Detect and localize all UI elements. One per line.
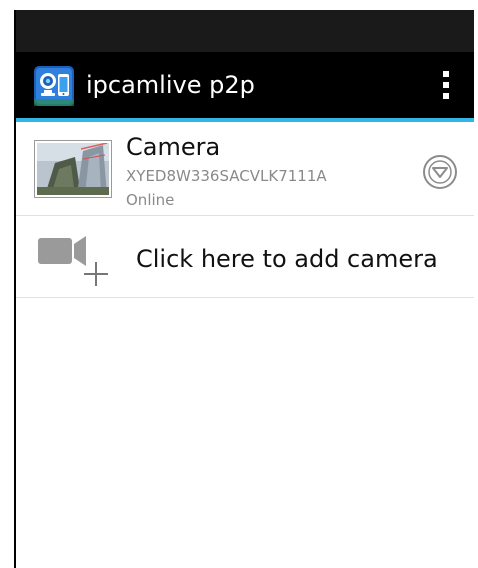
status-bar [16, 10, 474, 52]
camera-status: Online [126, 191, 175, 209]
overflow-dot [443, 82, 449, 88]
device-frame: ipcamlive p2p Camera XYED8W336SACVLK7111… [0, 0, 478, 568]
camera-list-item[interactable]: Camera XYED8W336SACVLK7111A Online [16, 122, 474, 216]
overflow-dot [443, 93, 449, 99]
frame-left [0, 10, 14, 568]
camera-name: Camera [126, 133, 221, 161]
app-title: ipcamlive p2p [86, 71, 255, 99]
overflow-dot [443, 71, 449, 77]
app-screen: ipcamlive p2p Camera XYED8W336SACVLK7111… [14, 10, 474, 568]
add-camera-item[interactable]: Click here to add camera [16, 216, 474, 298]
overflow-menu-icon[interactable] [436, 64, 456, 106]
add-camera-label: Click here to add camera [136, 245, 438, 273]
frame-top [0, 0, 478, 10]
camera-id: XYED8W336SACVLK7111A [126, 167, 327, 185]
ipcamlive-app-icon[interactable] [34, 66, 74, 106]
chevron-down-circle-icon[interactable] [420, 152, 460, 192]
camera-thumbnail [34, 140, 112, 198]
add-video-camera-icon [34, 230, 110, 288]
frame-right [474, 10, 478, 568]
action-bar: ipcamlive p2p [16, 52, 474, 118]
